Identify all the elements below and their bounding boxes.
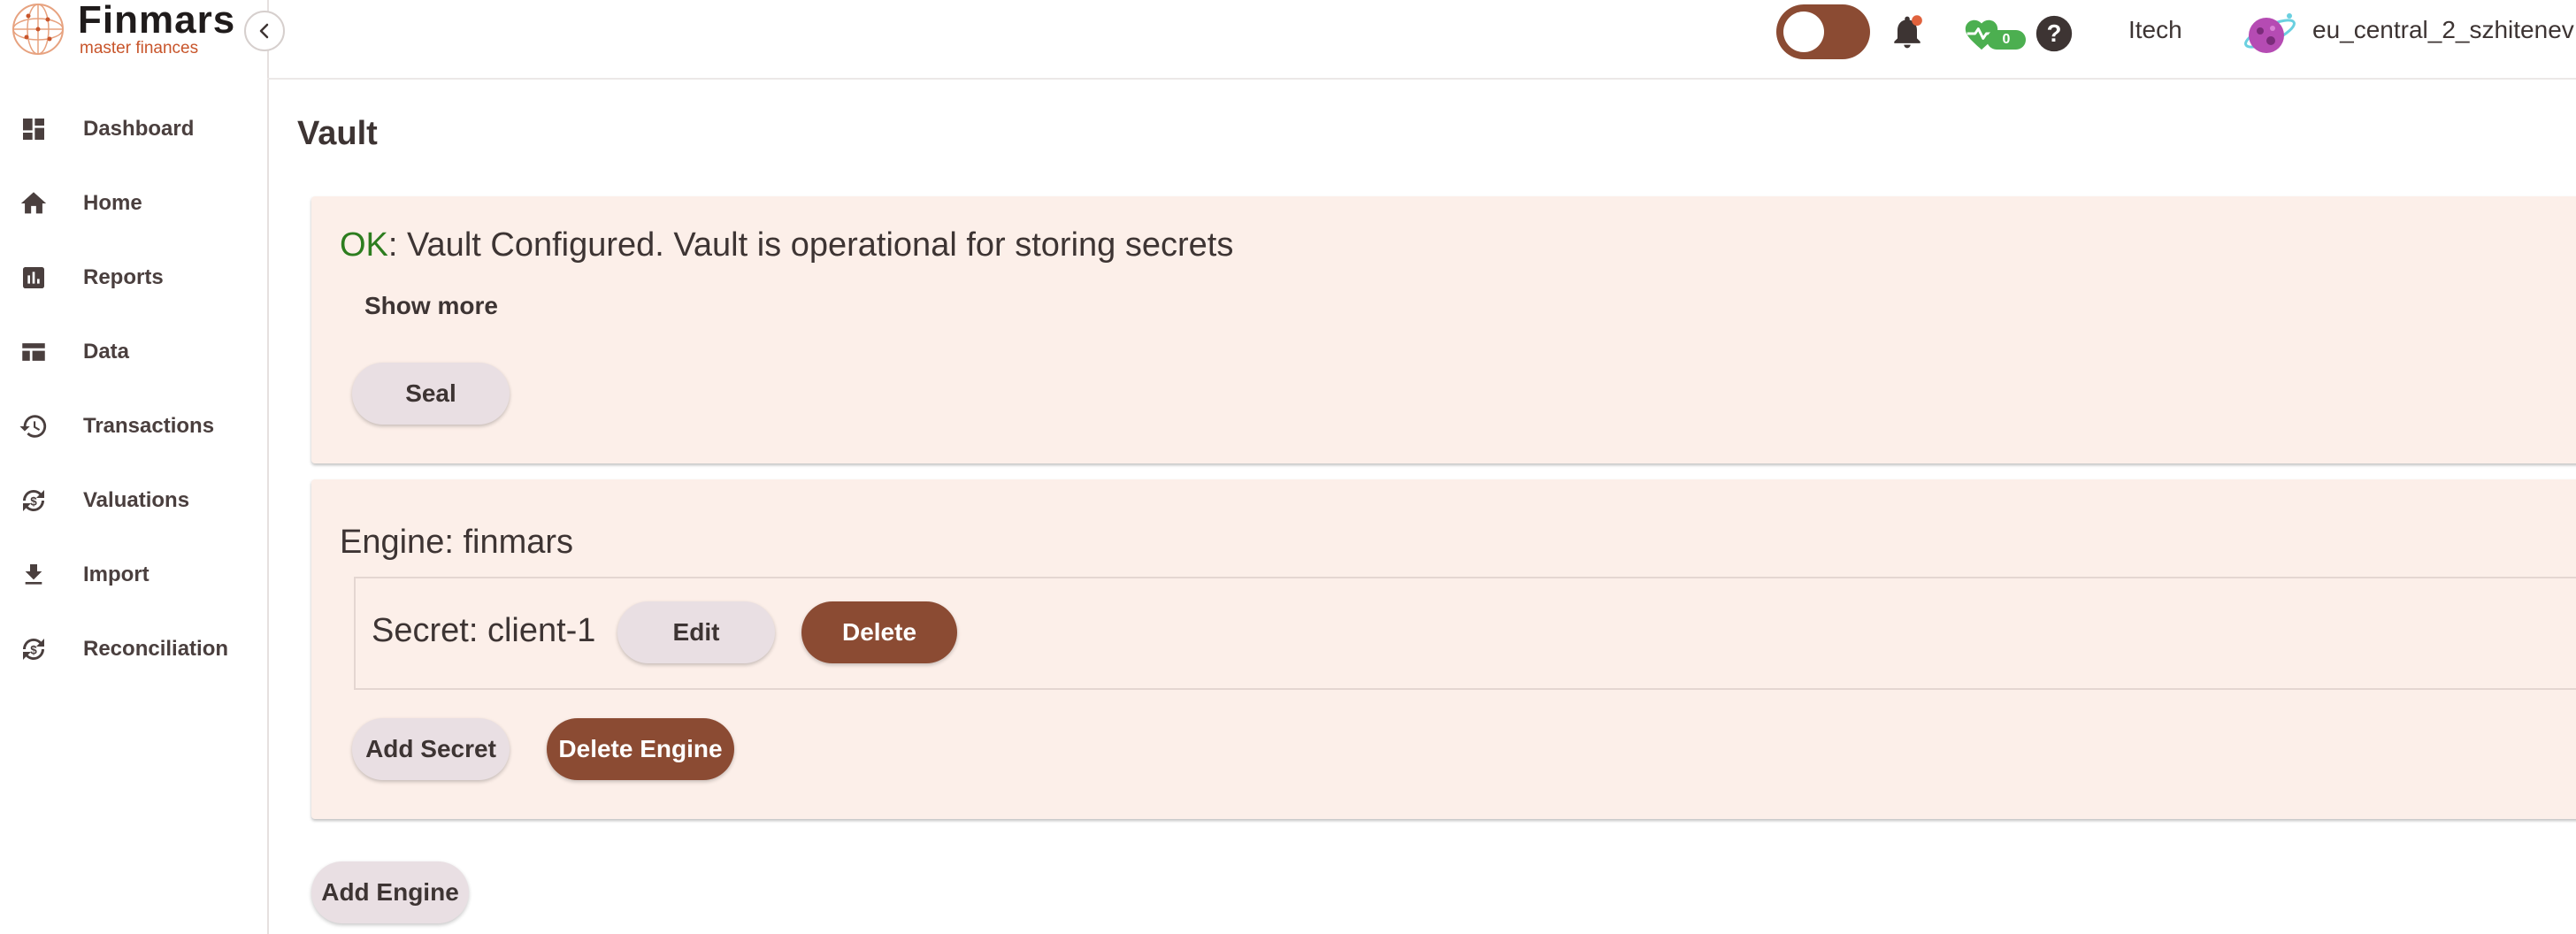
svg-text:?: ? — [2047, 19, 2062, 47]
add-engine-button[interactable]: Add Engine — [311, 861, 469, 923]
help-icon[interactable]: ? — [2035, 14, 2074, 53]
add-secret-button[interactable]: Add Secret — [352, 718, 510, 780]
workspace-name[interactable]: Itech — [2128, 16, 2182, 44]
currency-sync-icon: $ — [16, 483, 51, 518]
sidebar-item-label: Reports — [83, 265, 164, 289]
sidebar-item-transactions[interactable]: Transactions — [0, 400, 265, 453]
delete-secret-button[interactable]: Delete — [801, 601, 957, 663]
collapse-sidebar-button[interactable] — [244, 11, 285, 51]
delete-engine-button[interactable]: Delete Engine — [547, 718, 734, 780]
engine-card: Engine: finmars Secret: client-1 Edit De… — [311, 479, 2576, 819]
notifications-bell-icon[interactable] — [1888, 12, 1927, 51]
chevron-left-icon — [259, 23, 269, 39]
currency-sync-icon: $ — [16, 632, 51, 667]
sidebar-item-label: Reconciliation — [83, 637, 229, 661]
sidebar-item-label: Import — [83, 563, 150, 586]
vault-status-line: OK: Vault Configured. Vault is operation… — [340, 226, 1233, 264]
dashboard-icon — [16, 111, 51, 147]
user-name[interactable]: eu_central_2_szhitenev — [2312, 16, 2574, 44]
planet-avatar-icon[interactable] — [2242, 7, 2298, 60]
system-health-indicator[interactable]: 0 — [1962, 16, 2029, 51]
sidebar-item-import[interactable]: Import — [0, 548, 265, 601]
seal-button[interactable]: Seal — [352, 363, 510, 425]
theme-toggle[interactable] — [1776, 4, 1870, 59]
sidebar-item-label: Dashboard — [83, 117, 195, 141]
svg-text:$: $ — [30, 643, 37, 656]
sidebar-item-data[interactable]: Data — [0, 325, 265, 379]
health-count: 0 — [2002, 32, 2011, 47]
top-bar — [267, 0, 2576, 80]
home-icon — [16, 186, 51, 221]
edit-secret-button[interactable]: Edit — [617, 601, 775, 663]
secret-label: Secret: client-1 — [372, 612, 596, 649]
show-more-link[interactable]: Show more — [364, 292, 498, 320]
bar-chart-icon — [16, 260, 51, 295]
sidebar-item-label: Valuations — [83, 488, 190, 512]
brand-name: Finmars — [78, 0, 236, 42]
sidebar-item-reconciliation[interactable]: $ Reconciliation — [0, 623, 265, 676]
sidebar-item-valuations[interactable]: $ Valuations — [0, 474, 265, 527]
toggle-knob — [1783, 11, 1824, 52]
sidebar-item-reports[interactable]: Reports — [0, 251, 265, 304]
globe-logo-icon — [12, 4, 64, 55]
status-message: : Vault Configured. Vault is operational… — [387, 226, 1234, 264]
history-icon — [16, 409, 51, 444]
page-title: Vault — [297, 115, 378, 152]
sidebar-item-label: Home — [83, 191, 142, 215]
vault-status-card: OK: Vault Configured. Vault is operation… — [311, 196, 2576, 463]
engine-title: Engine: finmars — [340, 524, 574, 561]
sidebar-item-dashboard[interactable]: Dashboard — [0, 103, 265, 156]
health-count-badge: 0 — [1987, 30, 2026, 50]
table-icon — [16, 334, 51, 370]
brand-tagline: master finances — [80, 39, 199, 57]
sidebar: Finmars master finances Dashboard Home R… — [0, 0, 285, 934]
download-icon — [16, 557, 51, 593]
sidebar-item-label: Data — [83, 340, 130, 364]
svg-text:$: $ — [30, 494, 37, 508]
brand-logo[interactable]: Finmars master finances — [9, 0, 248, 62]
sidebar-item-home[interactable]: Home — [0, 177, 265, 230]
status-code: OK — [340, 226, 388, 264]
secret-row: Secret: client-1 Edit Delete — [354, 577, 2576, 690]
sidebar-item-label: Transactions — [83, 414, 215, 438]
